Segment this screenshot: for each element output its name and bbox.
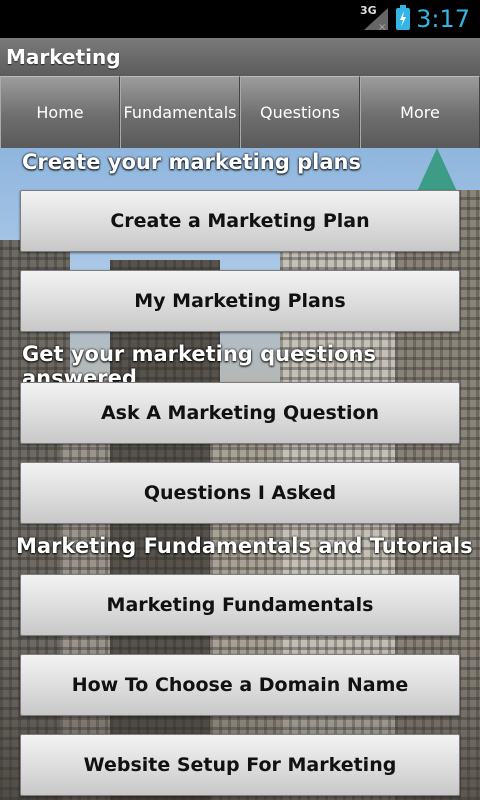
ask-marketing-question-button[interactable]: Ask A Marketing Question xyxy=(20,382,460,444)
app-title: Marketing xyxy=(6,45,121,69)
tab-more[interactable]: More xyxy=(360,76,480,148)
action-bar: Marketing xyxy=(0,38,480,76)
clock: 3:17 xyxy=(416,5,470,33)
section-heading-plans: Create your marketing plans xyxy=(22,150,361,174)
battery-charging-icon xyxy=(396,8,410,30)
marketing-fundamentals-button[interactable]: Marketing Fundamentals xyxy=(20,574,460,636)
website-setup-button[interactable]: Website Setup For Marketing xyxy=(20,734,460,796)
tab-bar: Home Fundamentals Questions More xyxy=(0,76,480,148)
section-heading-fundamentals: Marketing Fundamentals and Tutorials xyxy=(16,534,473,558)
questions-i-asked-button[interactable]: Questions I Asked xyxy=(20,462,460,524)
signal-icon: × xyxy=(364,8,388,32)
my-marketing-plans-button[interactable]: My Marketing Plans xyxy=(20,270,460,332)
tab-fundamentals[interactable]: Fundamentals xyxy=(120,76,240,148)
create-marketing-plan-button[interactable]: Create a Marketing Plan xyxy=(20,190,460,252)
svg-text:×: × xyxy=(378,22,386,32)
tab-questions[interactable]: Questions xyxy=(240,76,360,148)
choose-domain-name-button[interactable]: How To Choose a Domain Name xyxy=(20,654,460,716)
status-bar: 3G × 3:17 xyxy=(0,0,480,38)
tab-home[interactable]: Home xyxy=(0,76,120,148)
